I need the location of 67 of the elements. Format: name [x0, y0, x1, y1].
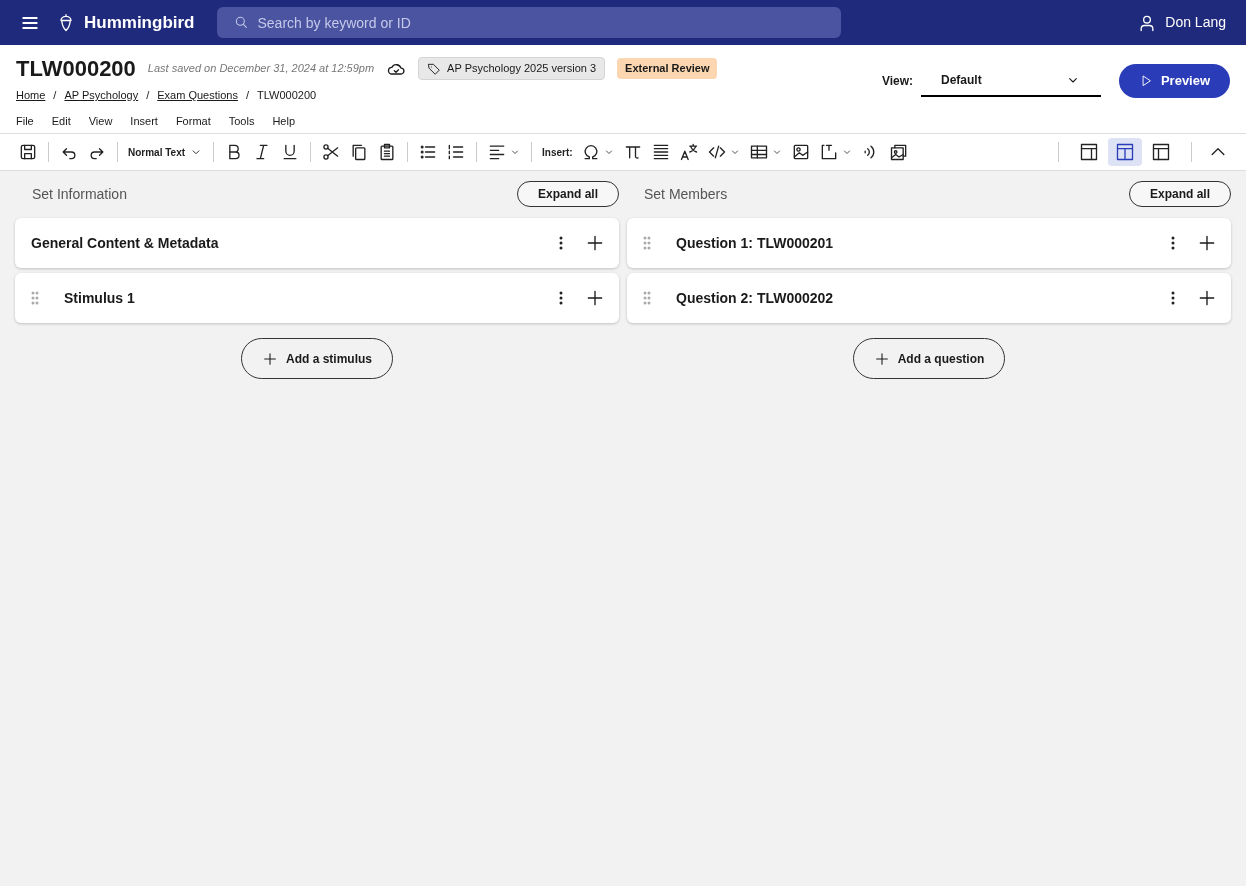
more-options-button[interactable] [1171, 236, 1175, 250]
layout-icon [1115, 142, 1135, 162]
menu-item[interactable]: Insert [130, 112, 158, 129]
breadcrumb-current: TLW000200 [257, 88, 317, 103]
plus-icon [262, 350, 278, 367]
breadcrumb-separator: / [146, 88, 150, 103]
item-title: Question 2: TLW000202 [676, 288, 835, 308]
save-icon [18, 142, 38, 162]
plus-icon [873, 350, 890, 367]
breadcrumb-separator: / [245, 88, 250, 103]
plus-icon [585, 288, 605, 308]
item-title: General Content & Metadata [31, 233, 220, 253]
more-options-button[interactable] [559, 291, 563, 305]
menu-item[interactable]: Help [272, 112, 296, 129]
more-options-button[interactable] [1171, 291, 1175, 305]
add-button[interactable] [1197, 233, 1217, 253]
more-icon [559, 291, 563, 305]
panel-title: Set Information [32, 184, 127, 204]
drag-handle-icon[interactable] [643, 291, 651, 305]
status-badge: External Review [617, 58, 718, 79]
item-card[interactable]: General Content & Metadata [15, 218, 619, 268]
breadcrumb-separator: / [53, 88, 57, 103]
item-card[interactable]: Question 1: TLW000201 [627, 218, 1231, 268]
breadcrumb-link[interactable]: AP Psychology [64, 87, 139, 104]
more-icon [1171, 291, 1175, 305]
add-button[interactable] [1197, 288, 1217, 308]
menu-item[interactable]: View [88, 112, 113, 129]
breadcrumb-link[interactable]: Home [16, 87, 46, 104]
view-dropdown[interactable]: Default [921, 65, 1101, 97]
view-label: View: [881, 73, 913, 90]
breadcrumb-link[interactable]: Exam Questions [157, 87, 238, 104]
item-card[interactable]: Stimulus 1 [15, 273, 619, 323]
plus-icon [585, 233, 605, 253]
document-id: TLW000200 [16, 55, 136, 83]
layout-toggle[interactable] [1108, 138, 1142, 166]
menu-item[interactable]: Edit [51, 112, 71, 129]
more-icon [559, 236, 563, 250]
item-title: Question 1: TLW000201 [676, 233, 835, 253]
menu-item[interactable]: Tools [228, 112, 255, 129]
translate-icon [678, 142, 699, 162]
expand-all-button[interactable]: Expand all [1128, 181, 1231, 207]
tag-icon [427, 61, 442, 76]
drag-handle-icon[interactable] [31, 291, 39, 305]
layout-icon [1079, 142, 1099, 162]
text-style-dropdown[interactable]: Normal Text [124, 144, 208, 160]
insert-label: Insert: [541, 145, 574, 160]
add-button[interactable] [585, 233, 605, 253]
layout-icon [1151, 142, 1171, 162]
item-title: Stimulus 1 [64, 288, 136, 308]
drag-handle-icon[interactable] [643, 236, 651, 250]
item-card[interactable]: Question 2: TLW000202 [627, 273, 1231, 323]
more-options-button[interactable] [559, 236, 563, 250]
panel-title: Set Members [644, 184, 728, 204]
search-field[interactable]: Search by keyword or ID [216, 7, 841, 38]
menu-item[interactable]: Format [175, 112, 211, 129]
tag-chip: AP Psychology 2025 version 3 [418, 57, 606, 80]
more-icon [1171, 236, 1175, 250]
menu-item[interactable]: File [16, 112, 34, 129]
expand-all-button[interactable]: Expand all [516, 181, 619, 207]
gallery-icon [888, 142, 909, 162]
add-button[interactable] [585, 288, 605, 308]
plus-icon [1197, 233, 1217, 253]
plus-icon [1197, 288, 1217, 308]
user-menu[interactable]: Don Lang [1137, 12, 1226, 33]
app-name: Hummingbird [84, 11, 195, 34]
preview-button[interactable]: Preview [1119, 64, 1230, 98]
last-saved-text: Last saved on December 31, 2024 at 12:59pm [147, 61, 375, 77]
